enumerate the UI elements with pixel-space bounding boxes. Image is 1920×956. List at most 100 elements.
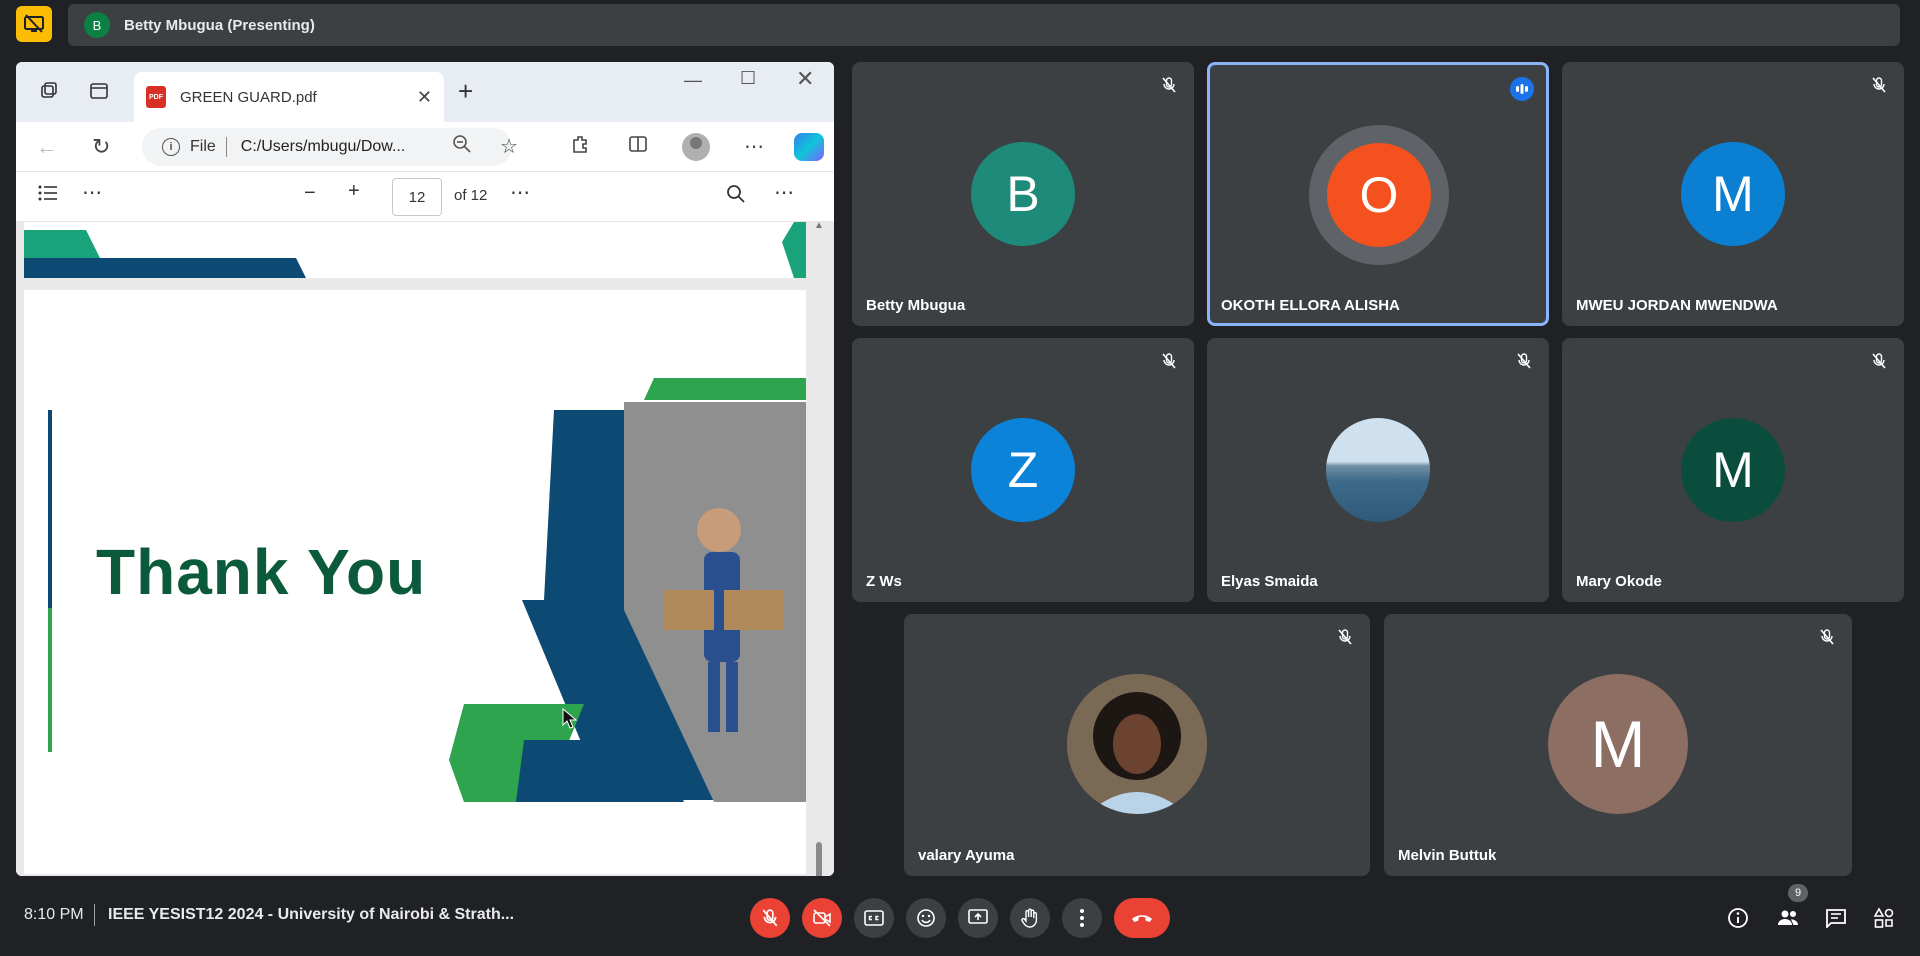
mic-off-icon [1868, 74, 1890, 96]
participant-tile-elyas-smaida[interactable]: Elyas Smaida [1207, 338, 1549, 602]
meeting-clock: 8:10 PM [24, 906, 84, 923]
favorite-star-icon[interactable]: ☆ [500, 134, 518, 159]
participant-tile-valary-ayuma[interactable]: valary Ayuma [904, 614, 1370, 876]
pdf-toolbar: ⋯ − + 12 of 12 ⋯ ⋯ [16, 172, 834, 222]
toggle-camera-button[interactable] [802, 898, 842, 938]
participant-name: Betty Mbugua [866, 297, 966, 314]
participant-tile-okoth-ellora-alisha[interactable]: O OKOTH ELLORA ALISHA [1207, 62, 1549, 326]
mic-off-icon [1158, 74, 1180, 96]
participant-tile-mary-okode[interactable]: M Mary Okode [1562, 338, 1904, 602]
refresh-icon[interactable]: ↻ [92, 134, 110, 160]
back-icon[interactable]: ← [36, 134, 58, 160]
more-tools-icon[interactable]: ⋯ [82, 180, 102, 205]
mic-off-icon [1158, 350, 1180, 372]
camera-off-icon [813, 909, 831, 927]
close-window-icon[interactable]: ✕ [796, 66, 814, 92]
tab-strip: PDF GREEN GUARD.pdf ✕ + — ☐ ✕ [16, 62, 834, 122]
profile-photo-icon [1326, 418, 1430, 522]
end-call-icon [1132, 915, 1152, 922]
profile-photo-icon [1067, 674, 1207, 814]
zoom-out-button[interactable]: − [304, 182, 316, 205]
workspaces-icon[interactable] [36, 78, 62, 104]
toggle-mic-button[interactable] [750, 898, 790, 938]
slide-title: Thank You [96, 536, 427, 608]
page-total-label: of 12 [454, 187, 488, 204]
pdf-more-options-icon[interactable]: ⋯ [774, 180, 794, 205]
page-number-input[interactable]: 12 [392, 178, 442, 216]
file-scheme-label: File [190, 138, 216, 155]
mic-off-icon [1868, 350, 1890, 372]
scroll-up-icon[interactable]: ▲ [814, 220, 824, 231]
info-icon [1728, 908, 1748, 928]
participant-name: Elyas Smaida [1221, 573, 1318, 590]
reactions-button[interactable] [906, 898, 946, 938]
participant-name: MWEU JORDAN MWENDWA [1576, 297, 1778, 314]
search-icon[interactable] [726, 184, 746, 210]
pdf-file-icon: PDF [146, 86, 166, 108]
mouse-cursor-icon [562, 708, 578, 729]
present-now-button[interactable] [958, 898, 998, 938]
participant-tile-betty-mbugua[interactable]: B Betty Mbugua [852, 62, 1194, 326]
presenting-banner: B Betty Mbugua (Presenting) [68, 4, 1900, 46]
participant-name: Melvin Buttuk [1398, 847, 1497, 864]
stop-presenting-button[interactable] [16, 6, 52, 42]
zoom-out-icon[interactable] [452, 134, 472, 160]
present-stop-icon [24, 14, 44, 33]
tab-green-guard-pdf[interactable]: PDF GREEN GUARD.pdf ✕ [134, 72, 444, 122]
participant-count-badge: 9 [1788, 884, 1808, 902]
mic-off-icon [762, 909, 778, 927]
participant-tile-z-ws[interactable]: Z Z Ws [852, 338, 1194, 602]
avatar: B [971, 142, 1075, 246]
emoji-icon [917, 909, 935, 927]
people-button[interactable] [1770, 900, 1806, 936]
more-vert-icon [1080, 909, 1084, 927]
participant-tile-melvin-buttuk[interactable]: M Melvin Buttuk [1384, 614, 1852, 876]
present-screen-icon [968, 909, 988, 924]
participant-name: Mary Okode [1576, 573, 1662, 590]
url-separator [225, 137, 227, 157]
zoom-in-button[interactable]: + [348, 180, 360, 203]
participant-name: valary Ayuma [918, 847, 1015, 864]
page-more-icon[interactable]: ⋯ [510, 180, 530, 205]
presenter-avatar: B [84, 12, 110, 38]
participant-tile-mweu-jordan-mwendwa[interactable]: M MWEU JORDAN MWENDWA [1562, 62, 1904, 326]
pdf-page-12: Thank You [24, 290, 806, 874]
browser-menu-icon[interactable]: ⋯ [744, 134, 764, 159]
chat-icon [1826, 909, 1846, 928]
activities-button[interactable] [1866, 900, 1902, 936]
meeting-title: IEEE YESIST12 2024 - University of Nairo… [108, 906, 515, 923]
split-screen-icon[interactable] [628, 134, 648, 160]
shared-browser-window: PDF GREEN GUARD.pdf ✕ + — ☐ ✕ ← ↻ i File… [16, 62, 834, 876]
copilot-icon[interactable] [794, 133, 824, 161]
mic-off-icon [1334, 626, 1356, 648]
chat-button[interactable] [1818, 900, 1854, 936]
pdf-scrollbar[interactable]: ▲ ▼ [812, 220, 826, 876]
scroll-thumb[interactable] [816, 842, 822, 876]
info-icon[interactable]: i [162, 138, 180, 156]
mic-off-icon [1513, 350, 1535, 372]
extensions-icon[interactable] [570, 134, 590, 160]
profile-avatar[interactable] [682, 133, 710, 161]
speaking-indicator-icon [1510, 77, 1534, 101]
avatar: M [1681, 142, 1785, 246]
raise-hand-button[interactable] [1010, 898, 1050, 938]
presenting-label: Betty Mbugua (Presenting) [124, 16, 315, 34]
bottom-separator [94, 904, 95, 926]
leave-call-button[interactable] [1114, 898, 1170, 938]
tab-title: GREEN GUARD.pdf [180, 88, 317, 106]
maximize-icon[interactable]: ☐ [740, 68, 756, 89]
participant-name: OKOTH ELLORA ALISHA [1221, 297, 1400, 314]
tab-actions-icon[interactable] [86, 78, 112, 104]
captions-button[interactable] [854, 898, 894, 938]
pdf-viewer[interactable]: Thank You ▲ ▼ [16, 220, 834, 876]
meeting-details-button[interactable] [1720, 900, 1756, 936]
close-tab-icon[interactable]: ✕ [417, 87, 432, 108]
new-tab-icon[interactable]: + [458, 76, 473, 107]
avatar: Z [971, 418, 1075, 522]
contents-list-icon[interactable] [38, 184, 58, 207]
captions-icon [864, 910, 884, 926]
more-options-button[interactable] [1062, 898, 1102, 938]
avatar: O [1327, 143, 1431, 247]
minimize-icon[interactable]: — [684, 70, 702, 91]
people-icon [1778, 910, 1798, 925]
